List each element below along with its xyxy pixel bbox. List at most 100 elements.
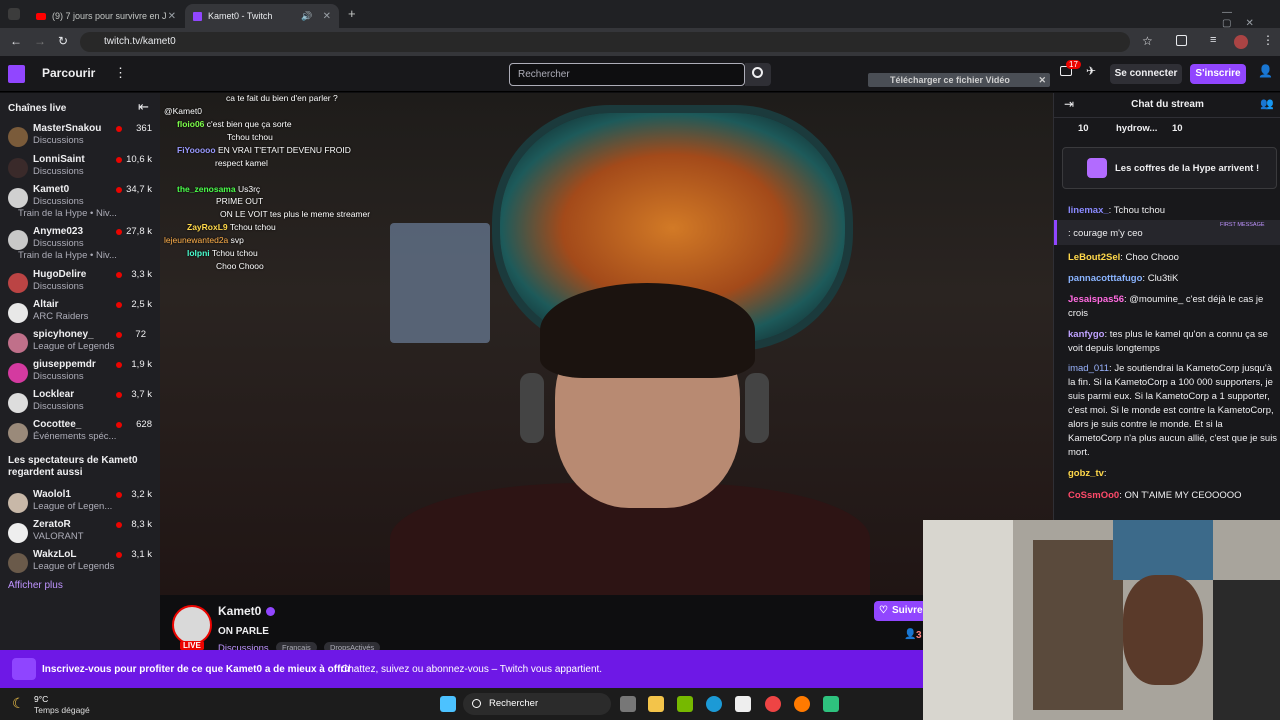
viewer-count: 2,5 k — [131, 299, 152, 310]
channel-item[interactable]: Anyme023 Discussions Train de la Hype • … — [0, 226, 160, 261]
webcam-shelf — [1033, 540, 1123, 710]
back-icon[interactable]: ← — [10, 34, 22, 48]
hype-chest-banner[interactable]: Les coffres de la Hype arrivent ! — [1062, 147, 1277, 189]
url-input[interactable]: twitch.tv/kamet0 — [80, 32, 1130, 52]
login-button[interactable]: Se connecter — [1110, 64, 1182, 84]
tab-youtube[interactable]: (9) 7 jours pour survivre en Jung ✕ — [28, 4, 184, 28]
channel-item[interactable]: Cocottee_ Événements spéc... 628 — [0, 419, 160, 449]
nvidia-icon[interactable] — [677, 696, 693, 712]
edge-icon[interactable] — [706, 696, 722, 712]
reload-icon[interactable]: ↻ — [58, 34, 68, 48]
chrome-icon[interactable] — [765, 696, 781, 712]
channel-name[interactable]: Kamet0 — [218, 604, 261, 618]
tab-list-icon[interactable] — [8, 8, 20, 20]
overlay-chat-text: Tchou tchou — [227, 132, 273, 142]
overlay-chat-user: lejeunewanted2a — [164, 235, 229, 245]
collapse-icon[interactable]: ⇤ — [138, 99, 149, 115]
channel-item[interactable]: spicyhoney_ League of Legends 72 — [0, 329, 160, 359]
extensions-icon[interactable] — [1176, 35, 1187, 46]
forward-icon[interactable]: → — [34, 34, 46, 48]
search-button[interactable] — [745, 63, 771, 86]
channel-item[interactable]: Locklear Discussions 3,7 k — [0, 389, 160, 419]
leaderboard-count: 10 — [1172, 123, 1183, 134]
turbo-icon[interactable]: ✈ — [1086, 64, 1096, 78]
window-controls[interactable]: —▢✕ — [1222, 7, 1280, 29]
channel-item[interactable]: Altair ARC Raiders 2,5 k — [0, 299, 160, 329]
webcam-chair — [1213, 580, 1280, 720]
webcam-person — [1123, 575, 1203, 685]
users-icon[interactable]: 👥 — [1260, 97, 1274, 110]
profile-avatar[interactable] — [1234, 35, 1248, 49]
speaker-icon[interactable]: 🔊 — [301, 11, 312, 22]
chat-username[interactable]: linemax_ — [1068, 205, 1109, 216]
chat-username[interactable]: pannacotttafugo — [1068, 273, 1142, 284]
store-icon[interactable] — [735, 696, 751, 712]
channel-category: League of Legends — [33, 561, 115, 572]
channel-item[interactable]: giuseppemdr Discussions 1,9 k — [0, 359, 160, 389]
close-icon[interactable]: ✕ — [168, 11, 176, 22]
channel-item[interactable]: ZeratoR VALORANT 8,3 k — [0, 519, 160, 549]
chat-username[interactable]: LeBout2Sel — [1068, 252, 1120, 263]
viewer-count: 10,6 k — [126, 154, 152, 165]
overlay-chat-text: PRIME OUT — [216, 196, 264, 206]
overlay-chat-line: ON LE VOIT tes plus le meme streamer — [220, 209, 370, 219]
channel-item[interactable]: Kamet0 Discussions Train de la Hype • Ni… — [0, 184, 160, 219]
also-watching-heading: Les spectateurs de Kamet0 — [8, 455, 138, 466]
video-download-button[interactable]: Télécharger ce fichier Vidéo ✕ — [868, 73, 1050, 87]
more-icon[interactable]: ⋮ — [114, 65, 127, 81]
youtube-icon — [36, 12, 46, 20]
overlay-chat-text: Tchou tchou — [211, 248, 258, 258]
file-explorer-icon[interactable] — [648, 696, 664, 712]
firefox-icon[interactable] — [794, 696, 810, 712]
chat-username[interactable]: Jesaispas56 — [1068, 294, 1124, 305]
channel-category: Discussions — [33, 281, 84, 292]
new-tab-button[interactable]: + — [348, 6, 356, 21]
channel-name: Anyme023 — [33, 226, 84, 237]
channel-item[interactable]: WakzLoL League of Legends 3,1 k — [0, 549, 160, 579]
channel-item[interactable]: LonniSaint Discussions 10,6 k — [0, 154, 160, 184]
chat-username[interactable]: gobz_tv — [1068, 468, 1104, 479]
viewer-count: 3,3 k — [131, 269, 152, 280]
signup-button[interactable]: S'inscrire — [1190, 64, 1246, 84]
overlay-chat-text: Choo Chooo — [216, 261, 264, 271]
bookmark-star-icon[interactable]: ☆ — [1142, 34, 1153, 48]
channel-item[interactable]: HugoDelire Discussions 3,3 k — [0, 269, 160, 299]
taskbar-search[interactable]: Rechercher — [463, 693, 611, 715]
overlay-chat-line: ZayRoxL9 Tchou tchou — [187, 222, 276, 232]
close-icon[interactable]: ✕ — [1038, 73, 1046, 87]
channel-name: MasterSnakou — [33, 123, 102, 134]
leaderboard-count: 10 — [1078, 123, 1089, 134]
overlay-chat-line: Choo Chooo — [216, 261, 264, 271]
viewer-count: 3,1 k — [131, 549, 152, 560]
headset-right — [745, 373, 769, 443]
channel-item[interactable]: Waolol1 League of Legen... 3,2 k — [0, 489, 160, 519]
app-icon[interactable] — [823, 696, 839, 712]
video-player[interactable] — [160, 93, 1053, 595]
weather-icon[interactable]: ☾ — [12, 695, 25, 712]
channel-item[interactable]: MasterSnakou Discussions 361 — [0, 123, 160, 153]
signup-banner[interactable]: Inscrivez-vous pour profiter de ce que K… — [0, 650, 923, 688]
media-icon[interactable]: ≡ — [1210, 34, 1216, 46]
chat-text: Tchou tchou — [1113, 205, 1166, 216]
tab-twitch[interactable]: Kamet0 - Twitch 🔊 ✕ — [185, 4, 339, 28]
menu-icon[interactable]: ⋮ — [1262, 33, 1274, 47]
chat-username[interactable]: imad_011 — [1068, 363, 1109, 374]
overlay-chat-line: ca te fait du bien d'en parler ? — [226, 93, 338, 103]
show-more-link[interactable]: Afficher plus — [8, 580, 63, 591]
chat-username[interactable]: CoSsmOo0 — [1068, 490, 1119, 501]
channel-category: Discussions — [33, 401, 84, 412]
close-icon[interactable]: ✕ — [323, 11, 331, 22]
viewer-count: 27,8 k — [126, 226, 152, 237]
search-input[interactable] — [509, 63, 745, 86]
chat-username[interactable]: kanfygo — [1068, 329, 1104, 340]
start-icon[interactable] — [440, 696, 456, 712]
user-icon[interactable]: 👤 — [1258, 64, 1273, 78]
twitch-logo-icon[interactable] — [8, 65, 25, 83]
browse-link[interactable]: Parcourir — [42, 66, 95, 80]
hype-leaderboard: 10 hydrow... 10 — [1054, 117, 1280, 139]
follow-button[interactable]: ♡ Suivre — [874, 601, 924, 621]
channel-avatar[interactable] — [172, 605, 212, 645]
live-dot — [116, 126, 122, 132]
task-view-icon[interactable] — [620, 696, 636, 712]
background-fridge — [390, 223, 490, 343]
